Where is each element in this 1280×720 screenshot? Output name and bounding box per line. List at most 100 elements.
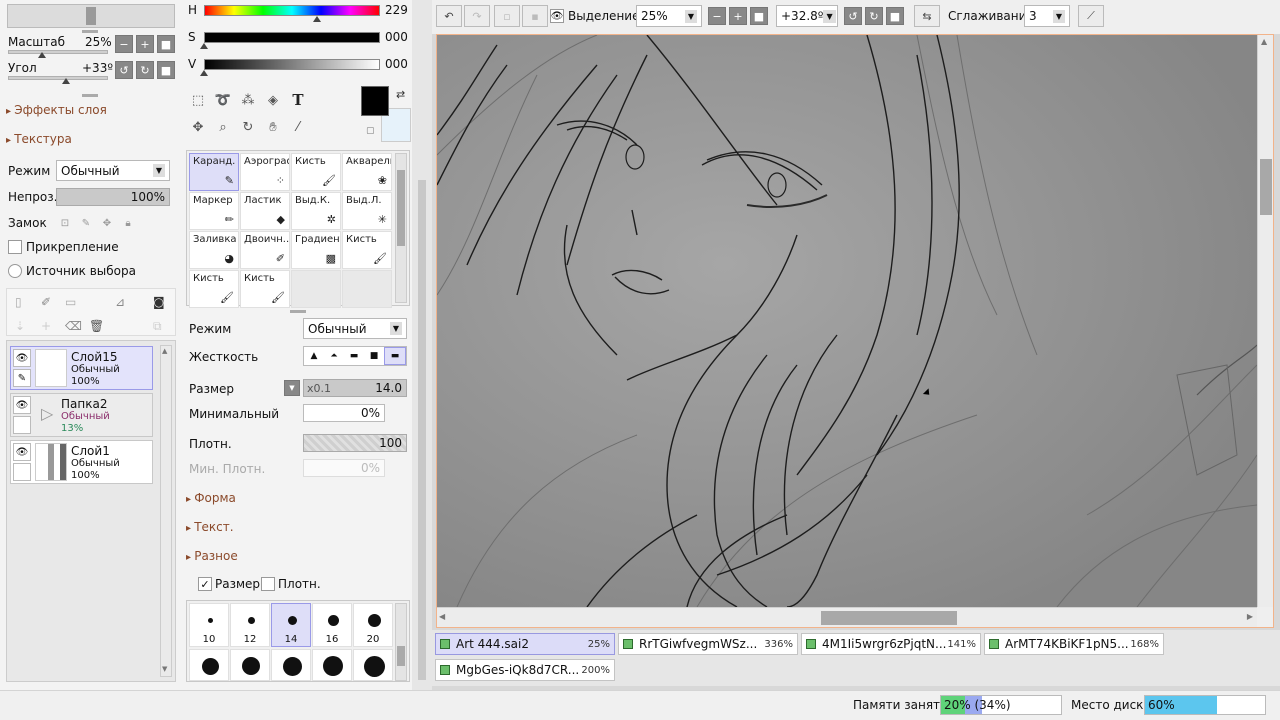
lock-move-icon[interactable]: ✥ — [98, 214, 116, 232]
brush-size-large-3[interactable] — [312, 649, 352, 681]
brush-item-7[interactable]: Выд.Л. ✳ — [342, 192, 392, 230]
layer-mask-icon[interactable]: ◙ — [153, 295, 165, 309]
brush-item-5[interactable]: Ластик ◆ — [240, 192, 290, 230]
layer-item-layer15[interactable]: 👁︎ ✎ Слой15 Обычный 100% — [10, 346, 153, 390]
straight-line-button[interactable]: ⟋ — [1078, 5, 1104, 27]
layer-merge-icon[interactable]: + — [41, 319, 51, 333]
brush-item-6[interactable]: Выд.К. ✲ — [291, 192, 341, 230]
new-folder-icon[interactable]: ▭ — [65, 295, 76, 309]
hardness-5-button[interactable]: ▬ — [384, 347, 406, 365]
eye-icon[interactable]: 👁︎ — [13, 443, 31, 461]
hand-icon[interactable]: ✋︎ — [263, 117, 283, 137]
brush-item-9[interactable]: Двоичн... ✐ — [240, 231, 290, 269]
scroll-right-icon[interactable]: ▶ — [1247, 612, 1253, 621]
panel-scrollbar[interactable] — [418, 180, 426, 680]
transparent-color-icon[interactable]: ▢ — [366, 126, 375, 136]
toolbar-rotate-right-button[interactable]: ↻ — [865, 7, 883, 25]
layer-duplicate-icon[interactable]: ⧉ — [153, 319, 162, 334]
horizontal-scroll-thumb[interactable] — [821, 611, 957, 625]
brush-item-3[interactable]: Акварель ❀ — [342, 153, 392, 191]
hardness-2-button[interactable]: ⏶ — [324, 347, 344, 365]
scroll-left-icon[interactable]: ◀ — [439, 612, 445, 621]
zoom-out-button[interactable]: − — [115, 35, 133, 53]
brush-size-large-2[interactable] — [271, 649, 311, 681]
hardness-3-button[interactable]: ▬ — [344, 347, 364, 365]
rotate-reset-button[interactable]: ■ — [157, 61, 175, 79]
drawing-canvas[interactable] — [437, 35, 1257, 607]
vertical-scroll-thumb[interactable] — [1260, 159, 1272, 215]
show-selection-checkbox[interactable]: 👁︎ — [550, 9, 564, 23]
lock-paint-icon[interactable]: ✎ — [77, 214, 95, 232]
eye-icon[interactable]: 👁︎ — [13, 396, 31, 414]
brush-size-2[interactable]: 14 — [271, 603, 311, 647]
doc-tab-0[interactable]: Art 444.sai2 25% — [435, 633, 615, 655]
lasso-icon[interactable]: ➰ — [213, 90, 233, 110]
doc-tab-4[interactable]: MgbGes-iQk8d7CR... 200% — [435, 659, 615, 681]
brush-item-0[interactable]: Каранд. ✎ — [189, 153, 239, 191]
hardness-4-button[interactable]: ■ — [364, 347, 384, 365]
new-layer-icon[interactable]: ▯ — [15, 295, 22, 309]
layer-clear-icon[interactable]: ⌫ — [65, 319, 82, 333]
layer-item-layer1[interactable]: 👁︎ Слой1 Обычный 100% — [10, 440, 153, 484]
undo-button[interactable]: ↶ — [436, 5, 462, 27]
swap-colors-icon[interactable]: ⇄ — [396, 88, 405, 101]
brush-mode-select[interactable]: Обычный ▼ — [303, 318, 407, 339]
hardness-1-button[interactable]: ▲ — [304, 347, 324, 365]
size-slider[interactable]: x0.1 14.0 — [303, 379, 407, 397]
angle-select[interactable]: +32.8º ▼ — [776, 5, 838, 27]
marquee-icon[interactable]: ⬚ — [188, 90, 208, 110]
navigator-viewport[interactable] — [86, 7, 96, 25]
toolbar-rotate-reset-button[interactable]: ■ — [886, 7, 904, 25]
density-slider[interactable]: 100 — [303, 434, 407, 452]
brush-item-1[interactable]: Аэрограф ⁘ — [240, 153, 290, 191]
text-icon[interactable]: T — [288, 90, 308, 110]
texture-section-brush[interactable]: Текст. — [186, 520, 233, 534]
flip-horizontal-button[interactable]: ⇆ — [914, 5, 940, 27]
primary-color-swatch[interactable] — [361, 86, 389, 116]
hue-slider[interactable] — [204, 5, 380, 16]
smoothing-select[interactable]: 3 ▼ — [1024, 5, 1070, 27]
brush-item-10[interactable]: Градиент ▩ — [291, 231, 341, 269]
brush-grid-scrollbar[interactable] — [395, 153, 407, 303]
fill-select-icon[interactable]: ◈ — [263, 90, 283, 110]
brush-empty-slot[interactable] — [291, 270, 341, 308]
opacity-slider[interactable]: 100% — [56, 188, 170, 206]
brush-item-4[interactable]: Маркер ✏ — [189, 192, 239, 230]
zoom-select[interactable]: 25% ▼ — [636, 5, 702, 27]
toolbar-zoom-out-button[interactable]: − — [708, 7, 726, 25]
invert-selection-button[interactable]: ▪ — [522, 5, 548, 27]
doc-tab-2[interactable]: 4M1Ii5wrgr6zPjqtN... 141% — [801, 633, 981, 655]
canvas-horizontal-scrollbar[interactable]: ◀ ▶ — [437, 607, 1257, 627]
lock-transparency-icon[interactable]: ⊡ — [56, 214, 74, 232]
layers-scrollbar[interactable]: ▲ ▼ — [160, 345, 172, 677]
magic-wand-icon[interactable]: ⁂ — [238, 90, 258, 110]
brush-item-13[interactable]: Кисть 🖌︎ — [240, 270, 290, 308]
new-vector-layer-icon[interactable]: ✐ — [41, 295, 51, 309]
toolbar-zoom-in-button[interactable]: + — [729, 7, 747, 25]
canvas-vertical-scrollbar[interactable]: ▲ — [1257, 35, 1273, 607]
min-size-slider[interactable]: 0% — [303, 404, 385, 422]
selection-source-checkbox[interactable] — [8, 264, 22, 278]
size-pressure-checkbox[interactable]: ✓ — [198, 577, 212, 591]
layer-transfer-icon[interactable]: ⊿ — [115, 295, 125, 309]
doc-tab-3[interactable]: ArMT74KBiKF1pN5... 168% — [984, 633, 1164, 655]
brush-size-scrollbar[interactable] — [395, 603, 407, 681]
toolbar-rotate-left-button[interactable]: ↺ — [844, 7, 862, 25]
eyedropper-icon[interactable]: ⁄ — [288, 117, 308, 137]
toolbar-zoom-reset-button[interactable]: ■ — [750, 7, 768, 25]
scroll-up-icon[interactable]: ▲ — [1261, 37, 1267, 46]
brush-empty-slot[interactable] — [342, 270, 392, 308]
deselect-button[interactable]: ▫ — [494, 5, 520, 27]
brush-item-11[interactable]: Кисть 🖌︎ — [342, 231, 392, 269]
texture-section[interactable]: Текстура — [6, 132, 72, 146]
clipping-checkbox[interactable] — [8, 240, 22, 254]
layer-mode-select[interactable]: Обычный ▼ — [56, 160, 170, 181]
redo-button[interactable]: ↷ — [464, 5, 490, 27]
rotate-right-button[interactable]: ↻ — [136, 61, 154, 79]
trash-icon[interactable]: 🗑︎ — [89, 319, 104, 333]
value-slider[interactable] — [204, 59, 380, 70]
brush-item-8[interactable]: Заливка ◕ — [189, 231, 239, 269]
folder-expand-icon[interactable]: ▷ — [41, 404, 53, 423]
brush-size-0[interactable]: 10 — [189, 603, 229, 647]
brush-item-2[interactable]: Кисть 🖌︎ — [291, 153, 341, 191]
